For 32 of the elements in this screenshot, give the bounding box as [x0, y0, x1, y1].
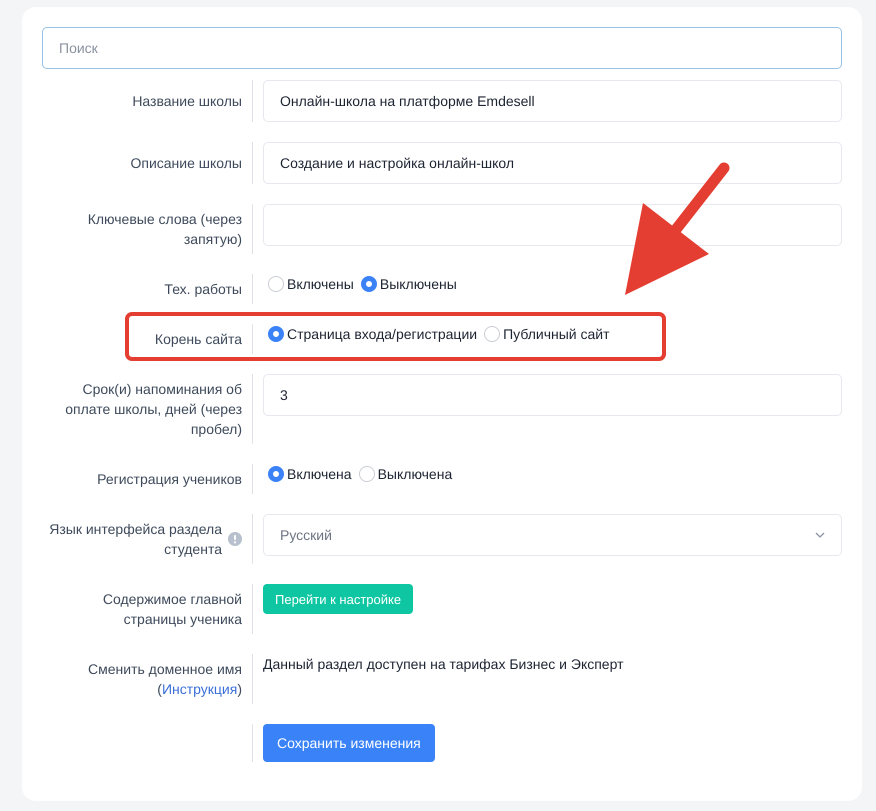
radio-icon[interactable] [268, 326, 284, 342]
field-label: Ключевые слова (через запятую) [86, 210, 242, 249]
field-label: Язык интерфейса раздела студента [48, 520, 222, 559]
language-select[interactable]: Русский [263, 514, 842, 556]
field-label: Содержимое главной страницы ученика [102, 590, 242, 629]
field-label: Сменить доменное имя (Инструкция) [87, 660, 242, 699]
field-label: Срок(и) напоминания об оплате школы, дней (через пробел) [64, 380, 242, 439]
field-label: Корень сайта [154, 330, 242, 349]
field-label: Название школы [132, 92, 242, 111]
save-button[interactable]: Сохранить изменения [263, 724, 435, 762]
radio-option[interactable]: Публичный сайт [484, 324, 610, 344]
text-field[interactable]: Создание и настройка онлайн-школ [263, 142, 842, 184]
text-field[interactable]: Онлайн-школа на платформе Emdesell [263, 80, 842, 122]
instruction-link[interactable]: Инструкция [162, 681, 238, 697]
radio-option[interactable]: Выключены [360, 274, 457, 294]
radio-icon[interactable] [484, 326, 500, 342]
radio-icon[interactable] [268, 466, 284, 482]
radio-option[interactable]: Включены [268, 274, 354, 294]
radio-option[interactable]: Страница входа/регистрации [268, 324, 478, 344]
radio-icon[interactable] [268, 276, 284, 292]
radio-option[interactable]: Включена [268, 464, 352, 484]
field-label: Тех. работы [164, 280, 242, 299]
search-field[interactable]: Поиск [42, 27, 842, 69]
radio-icon[interactable] [360, 276, 377, 292]
chevron-icon [815, 532, 825, 538]
text-field[interactable] [263, 204, 842, 246]
note-text: Данный раздел доступен на тарифах Бизнес и Эксперт [263, 655, 624, 674]
radio-option[interactable]: Выключена [358, 464, 452, 484]
field-label: Описание школы [130, 154, 242, 173]
text-field[interactable]: 3 [263, 374, 842, 416]
radio-icon[interactable] [358, 466, 375, 482]
field-label: Регистрация учеников [97, 470, 242, 489]
